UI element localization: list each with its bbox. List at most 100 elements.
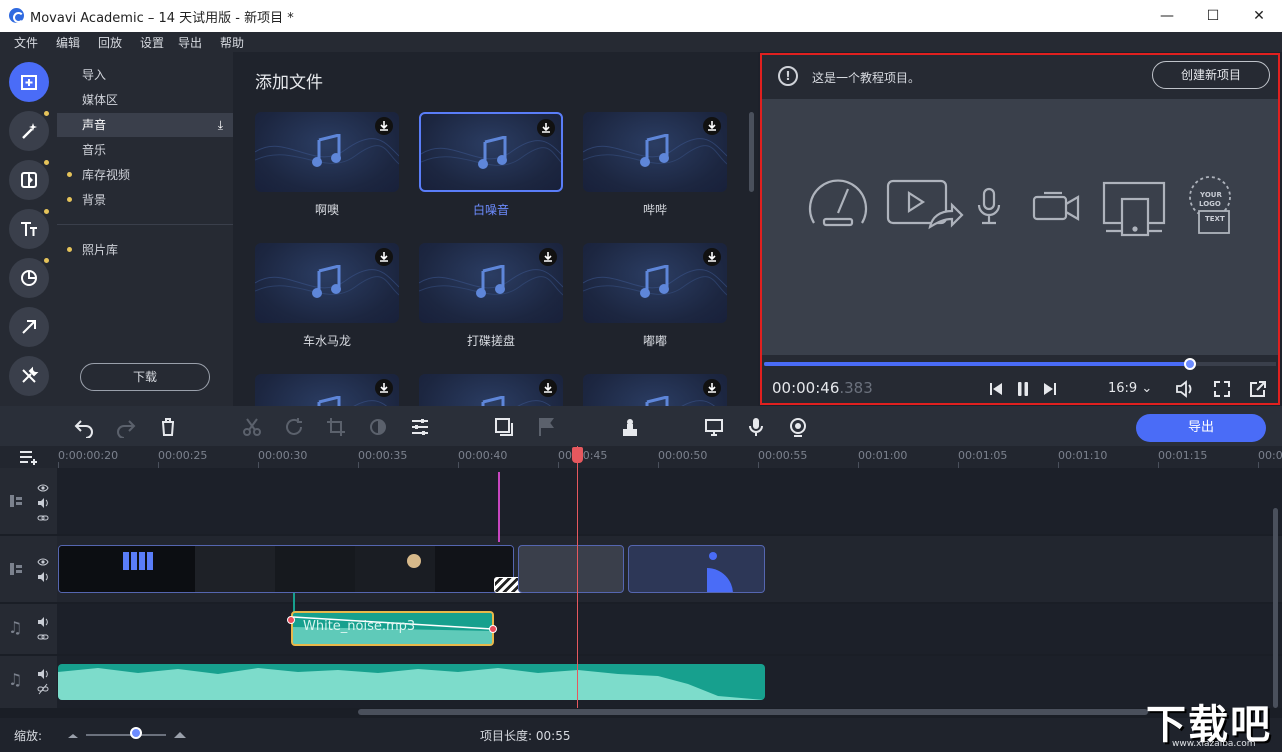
skip-forward-icon[interactable]: [1040, 379, 1060, 399]
menu-bar: 文件 编辑 回放 设置 导出 帮助: [0, 32, 1282, 52]
screen-capture-icon: [1104, 183, 1164, 235]
titles-tool-button[interactable]: [9, 209, 49, 249]
menu-settings[interactable]: 设置: [140, 34, 164, 51]
audio-clip-white-noise[interactable]: White_noise.mp3: [291, 611, 494, 646]
import-tool-button[interactable]: [9, 62, 49, 102]
download-icon[interactable]: [375, 379, 393, 397]
preview-header: ! 这是一个教程项目。 创建新项目: [762, 55, 1278, 99]
add-track-icon[interactable]: [18, 449, 40, 465]
timeline-ruler[interactable]: 0:00:00:2000:00:2500:00:3000:00:3500:00:…: [0, 446, 1282, 468]
video-clip-1[interactable]: [58, 545, 514, 593]
download-icon[interactable]: [539, 248, 557, 266]
sound-tile[interactable]: [255, 243, 399, 323]
rotate-icon[interactable]: [283, 416, 305, 438]
voiceover-icon[interactable]: [745, 416, 767, 438]
undo-icon[interactable]: [73, 416, 95, 438]
titles-track[interactable]: [57, 468, 1282, 534]
category-sounds[interactable]: 声音⤓: [57, 113, 233, 137]
color-adjust-icon[interactable]: [367, 416, 389, 438]
transitions-tool-button[interactable]: [9, 160, 49, 200]
zoom-slider[interactable]: [66, 728, 192, 742]
volume-icon[interactable]: [37, 616, 49, 628]
link-icon[interactable]: [37, 512, 49, 524]
cut-icon[interactable]: [241, 416, 263, 438]
callouts-tool-button[interactable]: [9, 307, 49, 347]
music-clip[interactable]: [58, 664, 765, 700]
download-icon[interactable]: ⤓: [218, 113, 223, 137]
category-stock-video[interactable]: 库存视频: [57, 163, 233, 187]
webcam-icon[interactable]: [787, 416, 809, 438]
transition-wizard-icon[interactable]: [493, 416, 515, 438]
download-icon[interactable]: [539, 379, 557, 397]
redo-icon[interactable]: [115, 416, 137, 438]
filters-tool-button[interactable]: [9, 111, 49, 151]
export-button[interactable]: 导出: [1136, 414, 1266, 442]
sound-tile[interactable]: [583, 374, 727, 406]
download-icon[interactable]: [537, 119, 555, 137]
download-icon[interactable]: [703, 248, 721, 266]
sound-tile[interactable]: [419, 243, 563, 323]
link-icon[interactable]: [37, 631, 49, 643]
fullscreen-icon[interactable]: [1212, 379, 1232, 399]
video-clip-3[interactable]: [628, 545, 765, 593]
pause-icon[interactable]: [1013, 379, 1033, 399]
category-photo-library[interactable]: 照片库: [57, 238, 233, 262]
close-button[interactable]: ✕: [1236, 0, 1282, 32]
volume-icon[interactable]: [37, 497, 49, 509]
category-backgrounds[interactable]: 背景: [57, 188, 233, 212]
fade-out-handle[interactable]: [489, 625, 497, 633]
detach-preview-icon[interactable]: [1248, 379, 1268, 399]
zoom-slider-handle[interactable]: [130, 727, 142, 739]
aspect-ratio-select[interactable]: 16:9 ⌄: [1108, 381, 1152, 396]
skip-back-icon[interactable]: [986, 379, 1006, 399]
volume-icon[interactable]: [37, 668, 49, 680]
stamp-icon[interactable]: [619, 416, 641, 438]
crop-icon[interactable]: [325, 416, 347, 438]
sound-tile[interactable]: [255, 374, 399, 406]
maximize-button[interactable]: ☐: [1190, 0, 1236, 32]
menu-export[interactable]: 导出: [178, 34, 202, 51]
speedometer-icon: [810, 181, 866, 225]
download-icon[interactable]: [375, 117, 393, 135]
volume-icon[interactable]: [1174, 379, 1194, 399]
delete-icon[interactable]: [157, 416, 179, 438]
timeline-scrollbar[interactable]: [358, 709, 1148, 715]
preview-screen[interactable]: YOUR LOGO TEXT: [762, 99, 1278, 359]
stickers-tool-button[interactable]: [9, 258, 49, 298]
unlink-icon[interactable]: [37, 683, 49, 695]
file-browser-scrollbar[interactable]: [749, 112, 754, 192]
category-import[interactable]: 导入: [57, 63, 233, 87]
download-icon[interactable]: [703, 379, 721, 397]
ruler-label: 00:00:25: [158, 449, 207, 462]
eye-icon[interactable]: [37, 556, 49, 568]
minimize-button[interactable]: —: [1144, 0, 1190, 32]
playback-progress-handle[interactable]: [1184, 358, 1196, 370]
sound-tile[interactable]: [255, 112, 399, 192]
menu-playback[interactable]: 回放: [98, 34, 122, 51]
sound-tile[interactable]: [583, 112, 727, 192]
category-media[interactable]: 媒体区: [57, 88, 233, 112]
video-clip-2[interactable]: [518, 545, 624, 593]
playhead-line[interactable]: [577, 446, 578, 708]
marker-icon[interactable]: [535, 416, 557, 438]
fade-in-handle[interactable]: [287, 616, 295, 624]
screen-record-icon[interactable]: [703, 416, 725, 438]
eye-icon[interactable]: [37, 482, 49, 494]
menu-file[interactable]: 文件: [14, 34, 38, 51]
menu-edit[interactable]: 编辑: [56, 34, 80, 51]
sound-tile[interactable]: [419, 112, 563, 192]
download-icon[interactable]: [375, 248, 393, 266]
create-new-project-button[interactable]: 创建新项目: [1152, 61, 1270, 89]
sound-tile[interactable]: [583, 243, 727, 323]
sound-tile[interactable]: [419, 374, 563, 406]
tracks-vertical-scrollbar[interactable]: [1273, 508, 1278, 708]
clip-properties-icon[interactable]: [409, 416, 431, 438]
download-icon[interactable]: [703, 117, 721, 135]
playhead-handle[interactable]: [572, 447, 583, 463]
menu-help[interactable]: 帮助: [220, 34, 244, 51]
category-music[interactable]: 音乐: [57, 138, 233, 162]
volume-icon[interactable]: [37, 571, 49, 583]
watermark-text: 下载吧: [1146, 692, 1280, 742]
more-tools-button[interactable]: [9, 356, 49, 396]
download-button[interactable]: 下载: [80, 363, 210, 391]
